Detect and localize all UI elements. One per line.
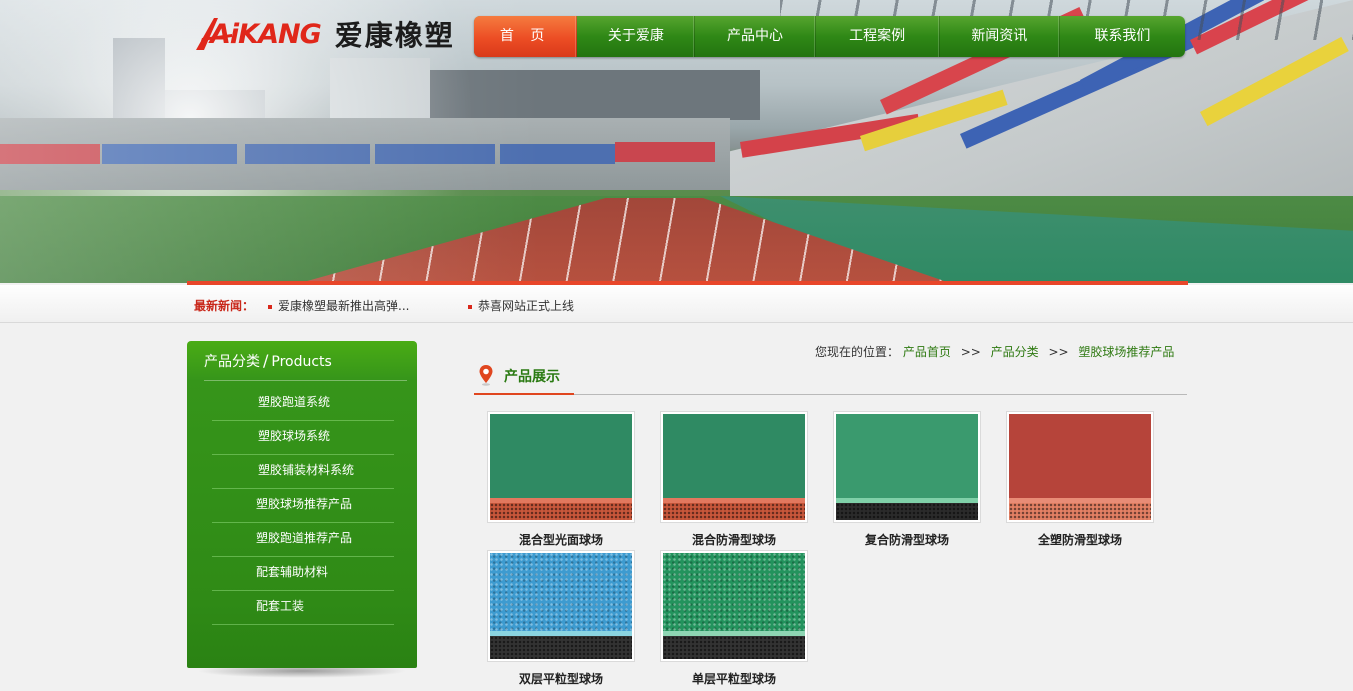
swatch-base [836,503,978,520]
product-category-sidebar: 产品分类 / Products 塑胶跑道系统 塑胶球场系统 塑胶铺装材料系统 塑胶球… [187,341,417,668]
product-thumbnail[interactable] [660,411,808,523]
product-swatch [490,553,632,659]
swatch-base [490,636,632,659]
product-card[interactable]: 混合型光面球场 [487,411,635,548]
sidebar-list: 塑胶跑道系统 塑胶球场系统 塑胶铺装材料系统 塑胶球场推荐产品 塑胶跑道推荐产品… [212,387,394,625]
bullet-icon [468,304,472,309]
sidebar-title-cn: 产品分类 [204,354,260,370]
breadcrumb-link[interactable]: 产品首页 [903,345,951,359]
product-name[interactable]: 复合防滑型球场 [835,531,979,548]
product-name[interactable]: 混合防滑型球场 [662,531,806,548]
product-name[interactable]: 单层平粒型球场 [662,670,806,687]
news-item[interactable]: 爱康橡塑最新推出高弹... [268,297,409,314]
product-swatch [490,414,632,520]
logo-text: 爱康橡塑 [334,19,455,52]
site-logo[interactable]: AiKANG 爱康橡塑 [194,12,455,56]
product-card[interactable]: 混合防滑型球场 [660,411,808,548]
logo-swoosh-icon [196,18,232,50]
product-swatch [663,414,805,520]
section-header: 产品展示 [474,362,1187,395]
sidebar-item-court-recommended[interactable]: 塑胶球场推荐产品 [212,489,394,523]
location-pin-icon [479,365,493,386]
sidebar-item-auxiliary-materials[interactable]: 配套辅助材料 [212,557,394,591]
main-nav: 首 页 关于爱康 产品中心 工程案例 新闻资讯 联系我们 [474,16,1185,57]
product-thumbnail[interactable] [833,411,981,523]
sidebar-title-sep: / [263,351,269,370]
news-item[interactable]: 恭喜网站正式上线 [468,297,574,314]
sidebar-item-court-system[interactable]: 塑胶球场系统 [212,421,394,455]
nav-contact[interactable]: 联系我们 [1060,16,1185,57]
breadcrumb: 您现在的位置： 产品首页 >> 产品分类 >> 塑胶球场推荐产品 [815,343,1174,360]
product-card[interactable]: 复合防滑型球场 [833,411,981,548]
sidebar-item-paving-system[interactable]: 塑胶铺装材料系统 [212,455,394,489]
nav-products[interactable]: 产品中心 [695,16,816,57]
swatch-base [663,636,805,659]
product-swatch [836,414,978,520]
product-card[interactable]: 双层平粒型球场 [487,550,635,687]
swatch-base [490,503,632,520]
section-underline [474,393,574,395]
product-name[interactable]: 全塑防滑型球场 [1008,531,1152,548]
news-ticker: 最新新闻： 爱康橡塑最新推出高弹... 恭喜网站正式上线 [0,285,1353,323]
nav-about[interactable]: 关于爱康 [577,16,696,57]
sidebar-title: 产品分类 / Products [204,351,332,371]
nav-home[interactable]: 首 页 [474,16,578,57]
sidebar-item-tooling[interactable]: 配套工装 [212,591,394,625]
bullet-icon [268,304,272,309]
product-card[interactable]: 单层平粒型球场 [660,550,808,687]
breadcrumb-separator: >> [960,345,981,359]
product-thumbnail[interactable] [487,550,635,662]
breadcrumb-link[interactable]: 产品分类 [991,345,1039,359]
nav-news[interactable]: 新闻资讯 [940,16,1060,57]
news-label: 最新新闻： [194,299,255,313]
nav-cases[interactable]: 工程案例 [816,16,940,57]
product-thumbnail[interactable] [487,411,635,523]
swatch-base [1009,503,1151,520]
product-swatch [663,553,805,659]
news-item-text: 恭喜网站正式上线 [478,299,575,313]
product-thumbnail[interactable] [1006,411,1154,523]
divider [204,380,407,381]
swatch-base [663,503,805,520]
sidebar-item-track-recommended[interactable]: 塑胶跑道推荐产品 [212,523,394,557]
product-name[interactable]: 混合型光面球场 [489,531,633,548]
breadcrumb-link[interactable]: 塑胶球场推荐产品 [1078,345,1174,359]
section-title: 产品展示 [504,369,560,385]
sidebar-title-en: Products [271,354,332,370]
breadcrumb-prefix: 您现在的位置： [815,345,900,359]
sidebar-item-track-system[interactable]: 塑胶跑道系统 [212,387,394,421]
hero-banner: AiKANG 爱康橡塑 首 页 关于爱康 产品中心 工程案例 新闻资讯 联系我们 [0,0,1353,283]
breadcrumb-separator: >> [1048,345,1069,359]
news-item-text: 爱康橡塑最新推出高弹... [278,299,410,313]
product-swatch [1009,414,1151,520]
product-thumbnail[interactable] [660,550,808,662]
product-card[interactable]: 全塑防滑型球场 [1006,411,1154,548]
product-name[interactable]: 双层平粒型球场 [489,670,633,687]
